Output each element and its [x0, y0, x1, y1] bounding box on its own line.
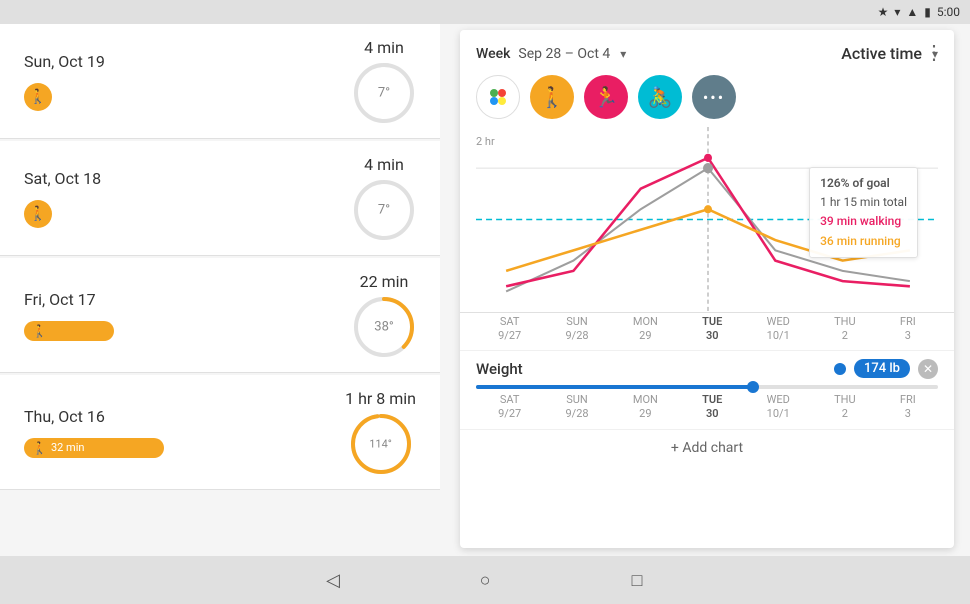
battery-icon: ▮	[924, 5, 931, 19]
back-icon: ◁	[326, 570, 340, 591]
weight-x-2: MON29	[633, 393, 658, 422]
weight-x-0: SAT9/27	[498, 393, 521, 422]
circle-sun: 7°	[352, 61, 416, 125]
day-right-thu: 1 hr 8 min 114°	[345, 389, 416, 476]
back-button[interactable]: ◁	[317, 564, 349, 596]
activity-icons-row: 🚶 🏃 🚴 •••	[460, 71, 954, 127]
week-label: Week	[476, 46, 510, 62]
status-bar: ★ ▾ ▲ ▮ 5:00	[0, 0, 970, 24]
more-button[interactable]: ⋮	[924, 40, 944, 64]
day-item-sun[interactable]: Sun, Oct 19 🚶 4 min 7°	[0, 24, 440, 139]
weight-x-5: THU2	[834, 393, 856, 422]
tooltip-running: 36 min running	[820, 232, 907, 251]
add-chart-label: + Add chart	[671, 440, 743, 456]
day-date-sun: Sun, Oct 19	[24, 52, 352, 71]
x-label-3: TUE30	[702, 315, 722, 344]
day-item-thu[interactable]: Thu, Oct 16 🚶 32 min 1 hr 8 min 114°	[0, 375, 440, 490]
activity-all-icon[interactable]	[476, 75, 520, 119]
weight-title: Weight	[476, 360, 523, 378]
day-date-thu: Thu, Oct 16	[24, 407, 345, 426]
home-icon: ○	[480, 570, 491, 591]
day-activity-thu: 🚶 32 min	[24, 438, 345, 458]
week-dropdown-arrow[interactable]: ▾	[620, 47, 626, 61]
chart-x-labels: SAT9/27 SUN9/28 MON29 TUE30 WED10/1 THU2…	[460, 312, 954, 350]
x-label-4: WED10/1	[767, 315, 790, 344]
chart-area: 2 hr 126% of goal 1 hr 15 min total 39 m…	[476, 127, 938, 312]
tooltip-total: 1 hr 15 min total	[820, 193, 907, 212]
x-label-2: MON29	[633, 315, 658, 344]
weight-x-labels: SAT9/27 SUN9/28 MON29 TUE30 WED10/1 THU2…	[476, 393, 938, 422]
day-date-sat: Sat, Oct 18	[24, 169, 352, 188]
day-right-fri: 22 min 38°	[352, 272, 416, 359]
bluetooth-icon: ★	[878, 5, 889, 19]
weight-value-container: 174 lb ✕	[834, 359, 938, 379]
weight-value-badge: 174 lb	[854, 359, 910, 378]
day-duration-sun: 4 min	[364, 38, 404, 57]
week-range: Sep 28 – Oct 4	[518, 46, 610, 62]
weight-x-3: TUE30	[702, 393, 722, 422]
day-left-fri: Fri, Oct 17 🚶	[24, 290, 352, 341]
chart-tooltip: 126% of goal 1 hr 15 min total 39 min wa…	[809, 167, 918, 258]
weight-x-4: WED10/1	[767, 393, 790, 422]
weight-section: Weight 174 lb ✕ SAT9/27 SUN9/28 MON29 TU…	[460, 350, 954, 430]
activity-icon-sun: 🚶	[24, 83, 52, 111]
bottom-nav: ◁ ○ □	[0, 556, 970, 604]
card-header: Week Sep 28 – Oct 4 ▾ Active time ▾ ⋮	[460, 30, 954, 71]
day-duration-sat: 4 min	[364, 155, 404, 174]
activity-running-icon[interactable]: 🏃	[584, 75, 628, 119]
day-activity-sat: 🚶	[24, 200, 352, 228]
recent-icon: □	[632, 570, 643, 591]
day-left-sun: Sun, Oct 19 🚶	[24, 52, 352, 111]
day-left-sat: Sat, Oct 18 🚶	[24, 169, 352, 228]
day-right-sun: 4 min 7°	[352, 38, 416, 125]
day-activity-sun: 🚶	[24, 83, 352, 111]
home-button[interactable]: ○	[469, 564, 501, 596]
day-duration-fri: 22 min	[360, 272, 409, 291]
activity-walking-icon[interactable]: 🚶	[530, 75, 574, 119]
day-item-fri[interactable]: Fri, Oct 17 🚶 22 min 38°	[0, 258, 440, 373]
circle-text-fri: 38°	[374, 319, 393, 334]
signal-icon: ▲	[906, 5, 918, 19]
circle-thu: 114°	[349, 412, 413, 476]
recent-button[interactable]: □	[621, 564, 653, 596]
tooltip-walking: 39 min walking	[820, 212, 907, 231]
day-right-sat: 4 min 7°	[352, 155, 416, 242]
weight-bar-container	[476, 385, 938, 389]
x-label-1: SUN9/28	[565, 315, 588, 344]
day-duration-thu: 1 hr 8 min	[345, 389, 416, 408]
activity-cycling-icon[interactable]: 🚴	[638, 75, 682, 119]
day-date-fri: Fri, Oct 17	[24, 290, 352, 309]
right-panel: Week Sep 28 – Oct 4 ▾ Active time ▾ ⋮ 🚶 …	[460, 30, 954, 548]
x-label-5: THU2	[834, 315, 856, 344]
weight-x-1: SUN9/28	[565, 393, 588, 422]
weight-close-button[interactable]: ✕	[918, 359, 938, 379]
day-left-thu: Thu, Oct 16 🚶 32 min	[24, 407, 345, 458]
tooltip-percent: 126% of goal	[820, 174, 907, 193]
circle-sat: 7°	[352, 178, 416, 242]
weight-x-6: FRI3	[900, 393, 916, 422]
circle-text-sat: 7°	[378, 202, 390, 217]
time-display: 5:00	[937, 5, 960, 19]
add-chart-button[interactable]: + Add chart	[460, 429, 954, 466]
circle-fri: 38°	[352, 295, 416, 359]
weight-bar	[476, 385, 753, 389]
left-panel: Sun, Oct 19 🚶 4 min 7° Sat, Oct 18 🚶	[0, 24, 440, 556]
active-time-label: Active time	[841, 44, 922, 63]
weight-dot	[834, 363, 846, 375]
day-activity-fri: 🚶	[24, 321, 352, 341]
chart-y-label: 2 hr	[476, 135, 495, 148]
activity-more-icon[interactable]: •••	[692, 75, 736, 119]
activity-icon-sat: 🚶	[24, 200, 52, 228]
circle-text-thu: 114°	[369, 437, 392, 450]
circle-text-sun: 7°	[378, 85, 390, 100]
x-label-6: FRI3	[900, 315, 916, 344]
weight-header: Weight 174 lb ✕	[476, 359, 938, 379]
day-item-sat[interactable]: Sat, Oct 18 🚶 4 min 7°	[0, 141, 440, 256]
wifi-icon: ▾	[894, 5, 900, 19]
x-label-0: SAT9/27	[498, 315, 521, 344]
